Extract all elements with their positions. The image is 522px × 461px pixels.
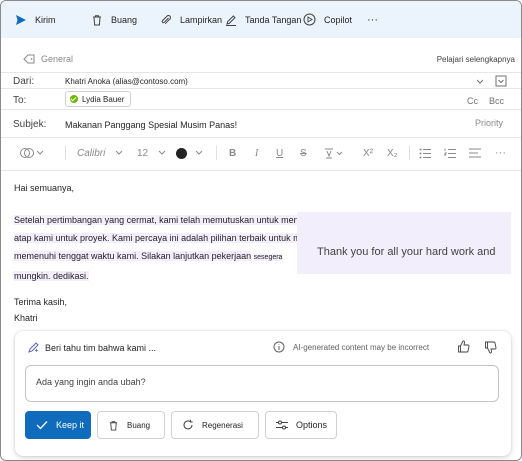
paperclip-icon: [161, 14, 171, 24]
ai-disclaimer: AI-generated content may be incorrect: [293, 343, 430, 352]
underline-button[interactable]: U: [276, 139, 283, 167]
more-options-button[interactable]: ···: [367, 1, 378, 38]
align-button[interactable]: [469, 139, 481, 167]
copilot-prompt-box[interactable]: [25, 365, 499, 402]
format-toolbar: Calibri 12 B I U S X² X₂ ···: [1, 139, 521, 167]
bullet-list-icon: [419, 148, 431, 158]
ai-suggestion-text: Thank you for all your hard work and: [317, 246, 496, 258]
format-divider: [409, 146, 410, 160]
cc-button[interactable]: Cc: [467, 96, 478, 106]
compose-window: Kirim Buang Lampirkan Tanda Tangan Copil…: [0, 0, 522, 461]
discard-label: Buang: [111, 14, 138, 25]
font-size-value: 12: [137, 147, 149, 159]
copilot-title: Beri tahu tim bahwa kami ...: [45, 343, 157, 353]
italic-button[interactable]: I: [255, 139, 258, 167]
styles-button[interactable]: [19, 139, 45, 167]
numbered-list-icon: [444, 148, 456, 158]
align-left-icon: [469, 148, 481, 158]
strikethrough-button[interactable]: S: [300, 139, 307, 167]
copilot-pen-icon: [28, 342, 39, 353]
message-greeting[interactable]: Hai semuanya,: [14, 179, 74, 197]
attach-label: Lampirkan: [180, 14, 223, 25]
subject-label: Subjek:: [13, 119, 47, 130]
more-icon: ···: [367, 13, 378, 26]
font-size-select[interactable]: 12: [137, 139, 166, 167]
priority-button[interactable]: Priority: [475, 118, 503, 128]
options-label: Options: [296, 420, 328, 430]
discard-button[interactable]: Buang: [91, 1, 137, 38]
info-icon[interactable]: [273, 341, 285, 353]
options-button[interactable]: Options: [265, 411, 337, 439]
thumbs-up-icon[interactable]: [457, 340, 470, 353]
recipient-name: Lydia Bauer: [82, 94, 125, 104]
format-bar-divider: [1, 170, 521, 171]
chevron-down-icon: [115, 150, 123, 155]
collapse-header-icon[interactable]: [495, 75, 507, 87]
message-line: memenuhi tenggat waktu kami. Silakan lan…: [14, 251, 252, 261]
format-divider: [65, 146, 66, 160]
format-divider: [216, 146, 217, 160]
bcc-button[interactable]: Bcc: [489, 96, 504, 106]
sensitivity-label-button[interactable]: General: [23, 54, 73, 64]
send-button[interactable]: Kirim: [15, 1, 56, 38]
generated-highlight: [297, 212, 511, 274]
message-signature[interactable]: Khatri: [14, 309, 38, 327]
subscript-button[interactable]: X₂: [387, 139, 398, 167]
font-family-select[interactable]: Calibri: [77, 139, 123, 167]
attach-button[interactable]: Lampirkan: [160, 1, 222, 38]
subject-input[interactable]: Makanan Panggang Spesial Musim Panas!: [65, 120, 237, 130]
presence-available-icon: [70, 95, 78, 103]
copilot-button[interactable]: Copilot: [303, 1, 352, 38]
styles-icon: [20, 148, 44, 158]
keep-it-button[interactable]: Keep it: [25, 411, 91, 439]
pen-icon: [226, 14, 236, 26]
thumbs-down-icon[interactable]: [484, 341, 497, 354]
signature-button[interactable]: Tanda Tangan: [225, 1, 301, 38]
tag-icon: [23, 54, 35, 64]
send-icon: [16, 14, 26, 25]
from-value[interactable]: Khatri Anoka (alias@contoso.com): [65, 77, 188, 86]
chevron-down-icon[interactable]: [476, 79, 484, 85]
regenerate-icon: [183, 419, 193, 430]
sensitivity-row: General Pelajari selengkapnya: [1, 45, 521, 73]
copilot-panel: Beri tahu tim bahwa kami ... AI-generate…: [15, 331, 511, 456]
highlighter-icon: [325, 148, 343, 159]
sliders-icon: [276, 420, 288, 430]
copilot-discard-label: Buang: [127, 420, 151, 430]
more-format-button[interactable]: ···: [495, 139, 506, 167]
highlight-button[interactable]: [323, 139, 345, 167]
keep-it-label: Keep it: [56, 420, 85, 430]
trash-icon: [93, 14, 101, 25]
message-line: mungkin. dedikasi.: [14, 271, 89, 281]
regenerate-button[interactable]: Regenerasi: [171, 411, 259, 439]
copilot-label: Copilot: [324, 14, 353, 25]
copilot-icon: [303, 13, 316, 26]
learn-more-link[interactable]: Pelajari selengkapnya: [437, 55, 515, 64]
chevron-down-icon: [158, 150, 166, 155]
from-label: Dari:: [13, 76, 35, 87]
recipient-chip[interactable]: Lydia Bauer: [65, 91, 132, 107]
chevron-down-icon: [195, 150, 203, 155]
font-family-value: Calibri: [77, 147, 106, 159]
checkmark-icon: [36, 421, 48, 430]
message-line: sesegera: [253, 254, 283, 261]
bullets-button[interactable]: [419, 139, 432, 167]
compose-toolbar: Kirim Buang Lampirkan Tanda Tangan Copil…: [1, 1, 521, 38]
sensitivity-label: General: [41, 54, 74, 64]
trash-icon: [109, 420, 118, 431]
send-label: Kirim: [35, 14, 56, 25]
numbering-button[interactable]: [444, 139, 457, 167]
copilot-discard-button[interactable]: Buang: [97, 411, 165, 439]
regenerate-label: Regenerasi: [202, 420, 243, 430]
font-color-button[interactable]: [176, 139, 203, 167]
signature-label: Tanda Tangan: [245, 14, 302, 25]
copilot-prompt-input[interactable]: [36, 377, 476, 387]
bold-button[interactable]: B: [229, 139, 236, 167]
font-color-swatch: [176, 147, 187, 159]
superscript-button[interactable]: X²: [363, 139, 373, 167]
to-label: To:: [13, 95, 27, 106]
